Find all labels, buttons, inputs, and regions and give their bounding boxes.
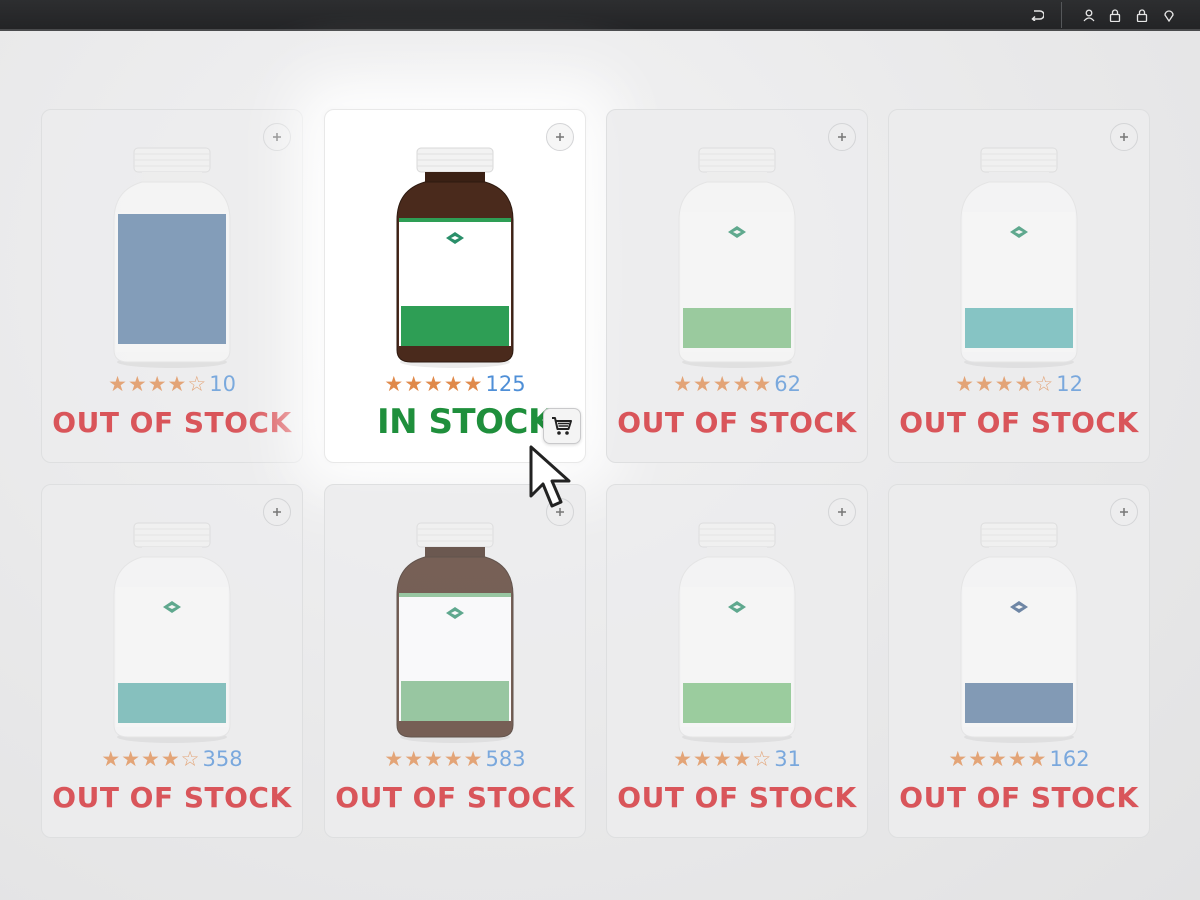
out-of-stock-label: OUT OF STOCK: [617, 781, 857, 814]
pin-icon[interactable]: [1161, 7, 1177, 23]
product-image[interactable]: [607, 515, 867, 755]
product-image[interactable]: [889, 140, 1149, 380]
user-icon[interactable]: [1081, 7, 1097, 23]
toolbar-divider: [1061, 2, 1062, 28]
product-image[interactable]: [325, 515, 585, 755]
product-card[interactable]: ★★★★☆10 OUT OF STOCK: [41, 109, 303, 463]
out-of-stock-label: OUT OF STOCK: [52, 781, 292, 814]
product-image[interactable]: [889, 515, 1149, 755]
add-to-cart-button[interactable]: [543, 408, 581, 444]
product-image[interactable]: [607, 140, 867, 380]
top-toolbar: [0, 0, 1200, 31]
rating-stars: ★★★★★: [948, 747, 1048, 771]
product-image[interactable]: [42, 515, 302, 755]
white-bottle-image: [960, 522, 1078, 743]
product-rating: ★★★★★125: [325, 372, 585, 396]
out-of-stock-label: OUT OF STOCK: [899, 406, 1139, 439]
rating-stars: ★★★★★: [384, 372, 484, 396]
back-icon[interactable]: [1029, 7, 1045, 23]
review-count[interactable]: 62: [774, 372, 801, 396]
review-count[interactable]: 12: [1056, 372, 1083, 396]
product-rating: ★★★★★62: [607, 372, 867, 396]
rating-stars: ★★★★★: [384, 747, 484, 771]
white-bottle-image: [960, 147, 1078, 368]
out-of-stock-label: OUT OF STOCK: [899, 781, 1139, 814]
rating-stars: ★★★★☆: [673, 747, 773, 771]
product-rating: ★★★★☆12: [889, 372, 1149, 396]
white-bottle-image: [113, 522, 231, 743]
white-bottle-image: [678, 147, 796, 368]
out-of-stock-label: OUT OF STOCK: [617, 406, 857, 439]
amber-bottle-image: [396, 522, 514, 743]
product-card[interactable]: ★★★★★125 IN STOCK: [324, 109, 586, 463]
mouse-cursor-icon: [529, 445, 571, 508]
rating-stars: ★★★★☆: [955, 372, 1055, 396]
review-count[interactable]: 31: [774, 747, 801, 771]
product-image[interactable]: [325, 140, 585, 380]
product-rating: ★★★★★162: [889, 747, 1149, 771]
white-bottle-image: [678, 522, 796, 743]
review-count[interactable]: 162: [1050, 747, 1090, 771]
review-count[interactable]: 125: [486, 372, 526, 396]
product-rating: ★★★★★583: [325, 747, 585, 771]
white-bottle-image: [113, 147, 231, 368]
review-count[interactable]: 583: [486, 747, 526, 771]
product-card[interactable]: ★★★★☆31 OUT OF STOCK: [606, 484, 868, 838]
amber-bottle-image: [396, 147, 514, 368]
in-stock-label: IN STOCK: [377, 402, 554, 442]
product-card[interactable]: ★★★★★162 OUT OF STOCK: [888, 484, 1150, 838]
product-rating: ★★★★☆10: [42, 372, 302, 396]
review-count[interactable]: 10: [209, 372, 236, 396]
cart-icon: [552, 417, 572, 435]
rating-stars: ★★★★☆: [108, 372, 208, 396]
rating-stars: ★★★★☆: [101, 747, 201, 771]
out-of-stock-label: OUT OF STOCK: [52, 406, 292, 439]
lock-icon[interactable]: [1134, 7, 1150, 23]
review-count[interactable]: 358: [203, 747, 243, 771]
product-card[interactable]: ★★★★☆358 OUT OF STOCK: [41, 484, 303, 838]
product-rating: ★★★★☆358: [42, 747, 302, 771]
product-rating: ★★★★☆31: [607, 747, 867, 771]
out-of-stock-label: OUT OF STOCK: [335, 781, 575, 814]
product-card[interactable]: ★★★★☆12 OUT OF STOCK: [888, 109, 1150, 463]
product-card[interactable]: ★★★★★62 OUT OF STOCK: [606, 109, 868, 463]
product-card[interactable]: ★★★★★583 OUT OF STOCK: [324, 484, 586, 838]
lock-icon[interactable]: [1107, 7, 1123, 23]
product-image[interactable]: [42, 140, 302, 380]
rating-stars: ★★★★★: [673, 372, 773, 396]
